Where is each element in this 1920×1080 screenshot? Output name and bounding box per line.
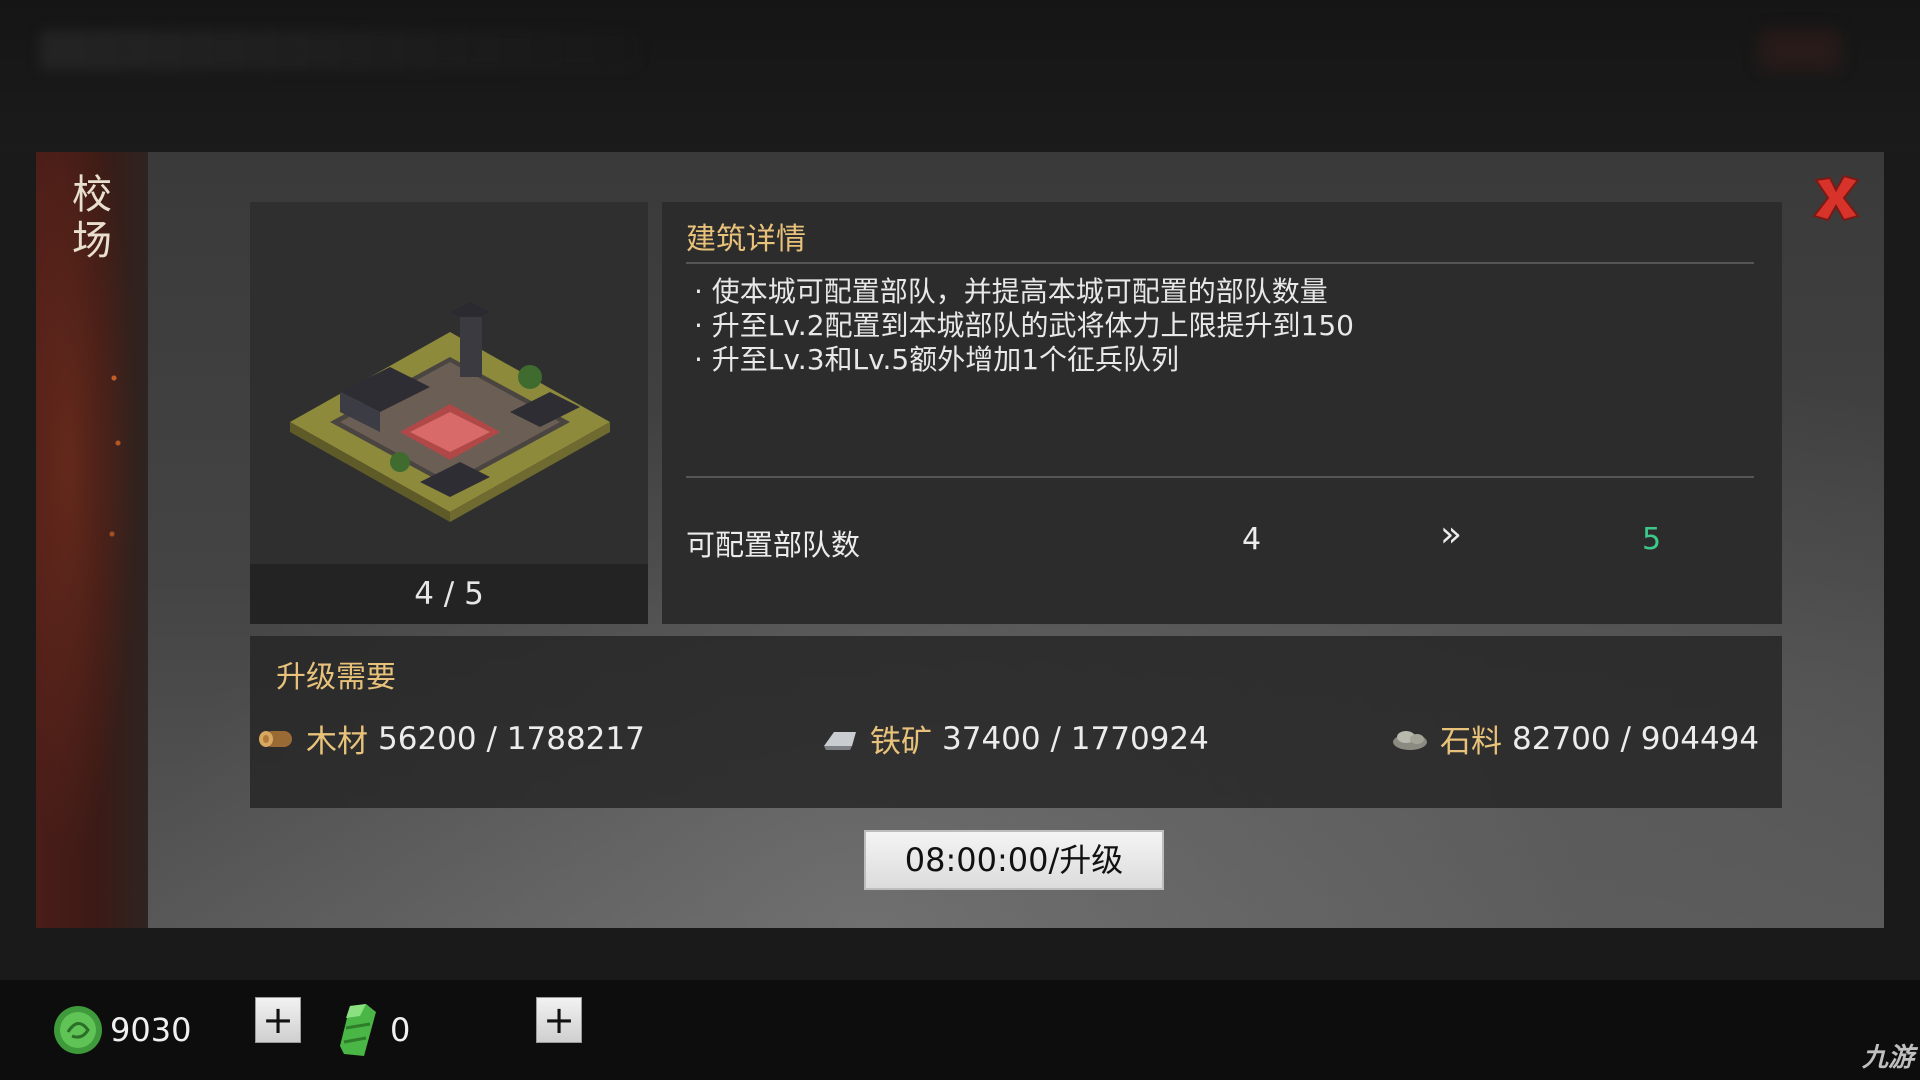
resource-iron: 铁矿 37400 / 1770924 — [820, 716, 1209, 761]
building-title: 校场 — [72, 172, 112, 264]
background-blurred-icon — [1760, 30, 1840, 70]
requirements-title: 升级需要 — [276, 660, 396, 695]
building-level: 4 / 5 — [250, 564, 648, 624]
building-image-panel: 4 / 5 — [250, 202, 648, 624]
double-chevron-icon: » — [1440, 514, 1463, 555]
resource-wood: 木材 56200 / 1788217 — [256, 716, 645, 761]
details-divider-top — [686, 262, 1754, 264]
add-token-button[interactable]: + — [536, 997, 582, 1043]
background-blurred-header — [40, 30, 640, 70]
stone-icon — [1393, 730, 1427, 750]
wood-icon — [259, 730, 292, 747]
ember-decoration — [106, 352, 126, 612]
resource-value: 56200 / 1788217 — [378, 720, 645, 757]
iron-ore-icon — [824, 731, 856, 750]
close-button[interactable] — [1808, 170, 1864, 226]
building-details-panel: 建筑详情 · 使本城可配置部队，并提高本城可配置的部队数量 · 升至Lv.2配置… — [662, 202, 1782, 624]
close-icon — [1812, 174, 1860, 222]
details-divider-bottom — [686, 476, 1754, 478]
resource-name: 木材 — [306, 724, 368, 760]
building-illustration — [290, 302, 610, 522]
resource-name: 石料 — [1440, 724, 1502, 760]
jade-amount: 9030 — [110, 1011, 192, 1049]
resource-value: 37400 / 1770924 — [942, 720, 1209, 757]
add-jade-button[interactable]: + — [255, 997, 301, 1043]
stat-current-value: 4 — [1242, 522, 1262, 557]
title-strip — [36, 152, 148, 928]
token-amount: 0 — [390, 1011, 411, 1049]
resource-name: 铁矿 — [870, 724, 932, 760]
token-currency: 0 — [336, 980, 410, 1080]
upgrade-button[interactable]: 08:00:00/升级 — [864, 830, 1164, 890]
stat-next-value: 5 — [1642, 522, 1662, 557]
detail-bullet: · 升至Lv.3和Lv.5额外增加1个征兵队列 — [694, 343, 1180, 376]
details-title: 建筑详情 — [686, 222, 806, 257]
background-top — [0, 0, 1920, 152]
bamboo-token-icon — [340, 1004, 376, 1056]
resource-stone: 石料 82700 / 904494 — [1390, 716, 1759, 761]
upgrade-requirements-panel: 升级需要 木材 56200 / 1788217 铁矿 37400 / 17709… — [250, 636, 1782, 808]
resource-value: 82700 / 904494 — [1512, 720, 1760, 757]
stat-label: 可配置部队数 — [686, 528, 861, 562]
watermark-logo: 九游 — [1861, 1043, 1914, 1073]
jade-icon — [54, 1006, 102, 1054]
jade-currency: 9030 — [52, 980, 191, 1080]
